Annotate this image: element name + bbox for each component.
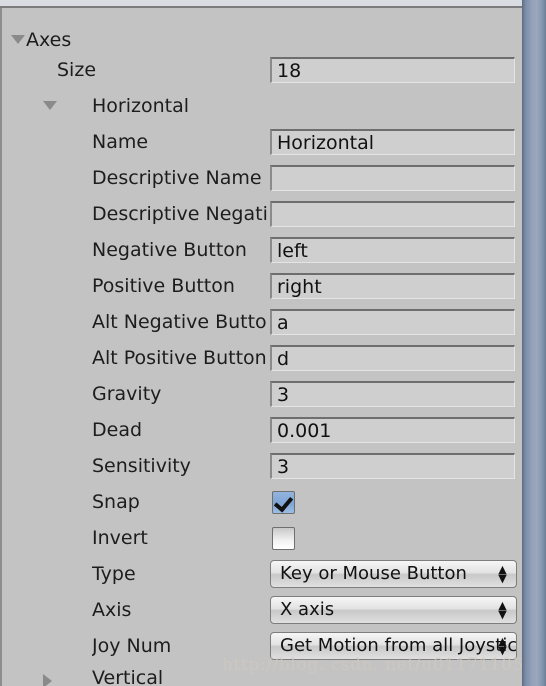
row-descriptive-name-label: Descriptive Name — [92, 167, 262, 189]
negative-button-input[interactable]: left — [270, 237, 515, 263]
descriptive-negative-name-input[interactable] — [270, 201, 515, 227]
row-snap: Snap — [2, 484, 523, 520]
row-invert: Invert — [2, 520, 523, 556]
row-axis: Axis X axis ▲ ▼ — [2, 592, 523, 628]
sensitivity-input[interactable]: 3 — [270, 453, 515, 479]
row-axis-label: Axis — [92, 599, 132, 621]
row-sensitivity-label: Sensitivity — [92, 455, 191, 477]
row-name: Name Horizontal — [2, 124, 523, 160]
row-negative-button: Negative Button left — [2, 232, 523, 268]
positive-button-input[interactable]: right — [270, 273, 515, 299]
row-snap-label: Snap — [92, 491, 140, 513]
row-joy-num: Joy Num Get Motion from all Joysticks ▲ ▼ — [2, 628, 523, 664]
panel-top-divider — [0, 6, 523, 8]
alt-negative-button-input[interactable]: a — [270, 309, 515, 335]
row-positive-button: Positive Button right — [2, 268, 523, 304]
triangle-right-icon[interactable] — [43, 674, 52, 686]
row-positive-button-label: Positive Button — [92, 275, 235, 297]
axis-dropdown[interactable]: X axis ▲ ▼ — [270, 596, 517, 624]
vertical-scrollbar-thumb[interactable] — [522, 0, 546, 686]
invert-checkbox[interactable] — [272, 527, 295, 550]
row-descriptive-name: Descriptive Name — [2, 160, 523, 196]
row-dead: Dead 0.001 — [2, 412, 523, 448]
dead-input[interactable]: 0.001 — [270, 417, 515, 443]
joy-num-dropdown-value: Get Motion from all Joysticks — [280, 635, 517, 656]
row-alt-positive-button: Alt Positive Button d — [2, 340, 523, 376]
row-alt-negative-button: Alt Negative Button a — [2, 304, 523, 340]
axis-dropdown-value: X axis — [280, 599, 335, 620]
row-gravity-label: Gravity — [92, 383, 162, 405]
row-name-label: Name — [92, 131, 149, 153]
row-sensitivity: Sensitivity 3 — [2, 448, 523, 484]
snap-checkbox[interactable] — [272, 491, 295, 514]
input-manager-inspector: Axes Size 18 Horizontal Name Horizontal … — [0, 0, 546, 686]
type-dropdown-value: Key or Mouse Button — [280, 563, 467, 584]
name-input[interactable]: Horizontal — [270, 129, 515, 155]
vertical-scrollbar-track[interactable] — [522, 0, 546, 686]
row-descriptive-negative-name: Descriptive Negative Name — [2, 196, 523, 232]
row-alt-negative-button-label: Alt Negative Button — [92, 311, 268, 333]
row-size-label: Size — [57, 59, 97, 81]
row-alt-positive-button-label: Alt Positive Button — [92, 347, 267, 369]
row-invert-label: Invert — [92, 527, 148, 549]
foldout-horizontal-label: Horizontal — [92, 95, 190, 117]
gravity-input[interactable]: 3 — [270, 381, 515, 407]
row-descriptive-negative-name-label: Descriptive Negative Name — [92, 203, 268, 225]
row-type-label: Type — [92, 563, 136, 585]
chevron-updown-icon: ▲ ▼ — [498, 635, 507, 657]
row-dead-label: Dead — [92, 419, 143, 441]
type-dropdown[interactable]: Key or Mouse Button ▲ ▼ — [270, 560, 517, 588]
triangle-down-icon[interactable] — [11, 35, 25, 44]
size-input[interactable]: 18 — [270, 57, 515, 83]
chevron-updown-icon: ▲ ▼ — [498, 599, 507, 621]
chevron-updown-icon: ▲ ▼ — [498, 563, 507, 585]
foldout-horizontal[interactable]: Horizontal — [2, 88, 523, 124]
triangle-down-icon[interactable] — [43, 101, 57, 110]
row-size: Size 18 — [2, 52, 523, 88]
foldout-vertical[interactable]: Vertical — [2, 660, 523, 686]
row-joy-num-label: Joy Num — [92, 635, 172, 657]
row-negative-button-label: Negative Button — [92, 239, 247, 261]
descriptive-name-input[interactable] — [270, 165, 515, 191]
row-gravity: Gravity 3 — [2, 376, 523, 412]
row-type: Type Key or Mouse Button ▲ ▼ — [2, 556, 523, 592]
joy-num-dropdown[interactable]: Get Motion from all Joysticks ▲ ▼ — [270, 632, 517, 660]
foldout-vertical-label: Vertical — [92, 667, 164, 686]
alt-positive-button-input[interactable]: d — [270, 345, 515, 371]
